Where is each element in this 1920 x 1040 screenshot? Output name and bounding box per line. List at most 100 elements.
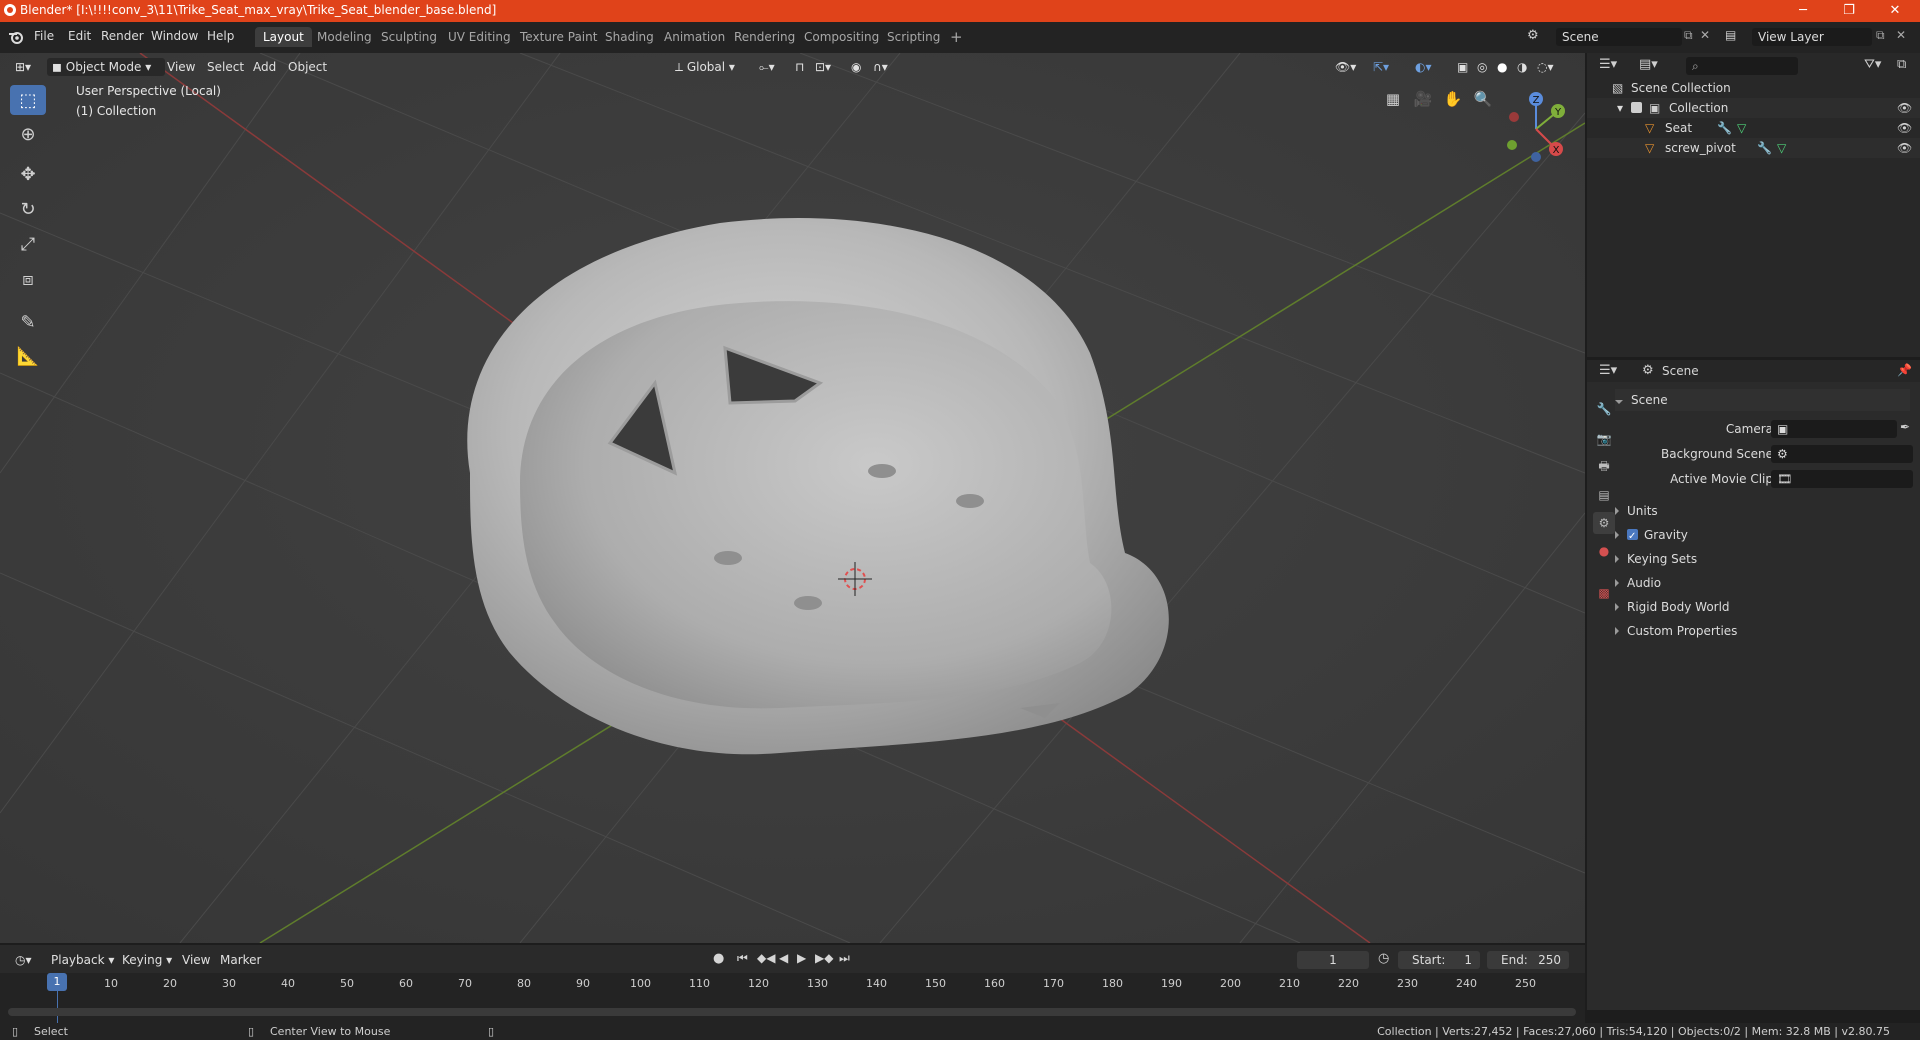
maximize-button[interactable]: ❐ (1826, 0, 1872, 22)
timeline-scrollbar[interactable] (8, 1008, 1576, 1016)
display-mode-icon[interactable]: ▤▾ (1639, 57, 1658, 72)
solid-shading-button[interactable]: ● (1492, 58, 1512, 76)
scene-icon[interactable]: ⚙ (1527, 28, 1539, 43)
audio-panel-header[interactable]: Audio (1615, 572, 1910, 594)
current-frame-field[interactable]: 1 (1297, 951, 1369, 969)
tab-shading[interactable]: Shading (597, 27, 662, 47)
scale-tool[interactable]: ⤢ (10, 229, 46, 259)
menu-object[interactable]: Object (283, 58, 332, 76)
visibility-button[interactable]: 👁▾ (1330, 58, 1361, 76)
background-scene-field[interactable]: ⚙ (1771, 445, 1913, 463)
rigid-body-world-panel-header[interactable]: Rigid Body World (1615, 596, 1910, 618)
add-workspace-button[interactable]: + (942, 27, 971, 47)
tab-render[interactable]: 📷 (1593, 428, 1615, 450)
tab-scene[interactable]: ⚙ (1593, 512, 1615, 534)
toggle-grid-view-icon[interactable]: ▦ (1380, 86, 1406, 112)
xray-toggle-button[interactable]: ▣ (1452, 58, 1473, 76)
eye-icon[interactable]: 👁 (1897, 138, 1912, 158)
collapse-triangle-icon[interactable]: ▾ (1617, 98, 1623, 118)
rendered-shading-button[interactable]: ◌▾ (1532, 58, 1559, 76)
play-button[interactable]: ▶ (797, 951, 806, 965)
tab-rendering[interactable]: Rendering (726, 27, 803, 47)
tab-uv-editing[interactable]: UV Editing (440, 27, 519, 47)
preview-range-icon[interactable]: ◷ (1378, 951, 1389, 966)
gravity-checkbox[interactable] (1627, 526, 1638, 548)
snap-target-button[interactable]: ⊡▾ (810, 58, 836, 76)
minimize-button[interactable]: ─ (1780, 0, 1826, 22)
outliner-row-scene-collection[interactable]: ▧ Scene Collection (1587, 78, 1920, 98)
delete-scene-icon[interactable]: ✕ (1700, 28, 1710, 42)
gizmo-toggle-button[interactable]: ⇱▾ (1368, 58, 1394, 76)
jump-end-button[interactable]: ⏭ (839, 951, 850, 966)
prev-keyframe-button[interactable]: ◆◀ (757, 951, 775, 965)
tab-animation[interactable]: Animation (656, 27, 733, 47)
pin-icon[interactable]: 📌 (1897, 363, 1912, 377)
tab-scripting[interactable]: Scripting (879, 27, 948, 47)
tab-compositing[interactable]: Compositing (796, 27, 887, 47)
menu-window[interactable]: Window (151, 29, 198, 43)
tab-texture[interactable]: ▩ (1593, 582, 1615, 604)
move-tool[interactable]: ✥ (10, 159, 46, 189)
collection-checkbox[interactable] (1631, 102, 1642, 113)
units-panel-header[interactable]: Units (1615, 500, 1910, 522)
pivot-point-button[interactable]: ⟜▾ (754, 58, 780, 76)
new-view-layer-icon[interactable]: ⧉ (1876, 28, 1885, 43)
3d-viewport[interactable]: User Perspective (Local) (1) Collection … (0, 53, 1585, 943)
outliner-search-input[interactable]: ⌕ (1686, 57, 1798, 75)
menu-timeline-view[interactable]: View (177, 951, 215, 969)
tab-layout[interactable]: Layout (255, 27, 312, 47)
menu-render[interactable]: Render (101, 29, 144, 43)
view-layer-selector[interactable]: View Layer (1752, 28, 1872, 46)
menu-select[interactable]: Select (202, 58, 249, 76)
eyedropper-icon[interactable]: ✒ (1900, 420, 1910, 434)
zoom-view-icon[interactable]: 🔍 (1470, 86, 1496, 112)
eye-icon[interactable]: 👁 (1897, 118, 1912, 138)
next-keyframe-button[interactable]: ▶◆ (815, 951, 833, 965)
mesh-data-icon[interactable]: ▽ (1737, 118, 1746, 138)
cursor-tool[interactable]: ⊕ (10, 119, 46, 149)
mesh-data-icon[interactable]: ▽ (1777, 138, 1786, 158)
filter-icon[interactable]: ⛛▾ (1864, 57, 1881, 72)
camera-view-icon[interactable]: 🎥 (1410, 86, 1436, 112)
properties-editor-type-icon[interactable]: ☰▾ (1599, 363, 1617, 378)
menu-keying[interactable]: Keying ▾ (117, 951, 177, 969)
proportional-edit-button[interactable]: ◉ (846, 58, 866, 76)
measure-tool[interactable]: 📐 (10, 341, 46, 371)
outliner-row-screw-pivot[interactable]: ▽ screw_pivot 🔧 ▽ 👁 (1587, 138, 1920, 158)
tab-texture-paint[interactable]: Texture Paint (512, 27, 605, 47)
gravity-panel-header[interactable]: Gravity (1615, 524, 1910, 548)
rotate-tool[interactable]: ↻ (10, 194, 46, 224)
outliner-editor-type-icon[interactable]: ☰▾ (1599, 57, 1617, 72)
material-shading-button[interactable]: ◑ (1512, 58, 1532, 76)
camera-field[interactable]: ▣ (1771, 420, 1897, 438)
tab-sculpting[interactable]: Sculpting (373, 27, 445, 47)
scene-selector[interactable]: Scene (1556, 28, 1682, 46)
menu-view[interactable]: View (162, 58, 200, 76)
outliner-row-collection[interactable]: ▾ ▣ Collection 👁 (1587, 98, 1920, 118)
scene-panel-header[interactable]: Scene (1615, 389, 1910, 411)
transform-orientation-dropdown[interactable]: ⟂ Global ▾ (670, 58, 740, 76)
select-box-tool[interactable]: ⬚ (10, 85, 46, 115)
wireframe-shading-button[interactable]: ◎ (1472, 58, 1492, 76)
blender-menu-icon[interactable] (8, 29, 24, 45)
falloff-button[interactable]: ∩▾ (868, 58, 893, 76)
jump-start-button[interactable]: ⏮ (737, 951, 748, 966)
menu-playback[interactable]: Playback ▾ (46, 951, 119, 969)
outliner-row-seat[interactable]: ▽ Seat 🔧 ▽ 👁 (1587, 118, 1920, 138)
tab-output[interactable]: 🖶 (1593, 456, 1615, 478)
play-reverse-button[interactable]: ◀ (779, 951, 788, 965)
record-button[interactable]: ● (713, 951, 724, 966)
close-button[interactable]: ✕ (1872, 0, 1918, 22)
custom-properties-panel-header[interactable]: Custom Properties (1615, 620, 1910, 642)
menu-edit[interactable]: Edit (68, 29, 91, 43)
editor-type-button[interactable]: ⊞▾ (10, 58, 36, 76)
timeline-editor-type-button[interactable]: ◷▾ (10, 951, 37, 969)
snap-toggle-button[interactable]: ⊓ (790, 58, 809, 76)
keying-sets-panel-header[interactable]: Keying Sets (1615, 548, 1910, 570)
new-scene-icon[interactable]: ⧉ (1684, 28, 1693, 43)
active-movie-clip-field[interactable]: 🎞 (1771, 470, 1913, 488)
transform-tool[interactable]: ⧈ (10, 264, 46, 294)
annotate-tool[interactable]: ✎ (10, 307, 46, 337)
tab-tool[interactable]: 🔧 (1593, 398, 1615, 420)
menu-add[interactable]: Add (248, 58, 281, 76)
